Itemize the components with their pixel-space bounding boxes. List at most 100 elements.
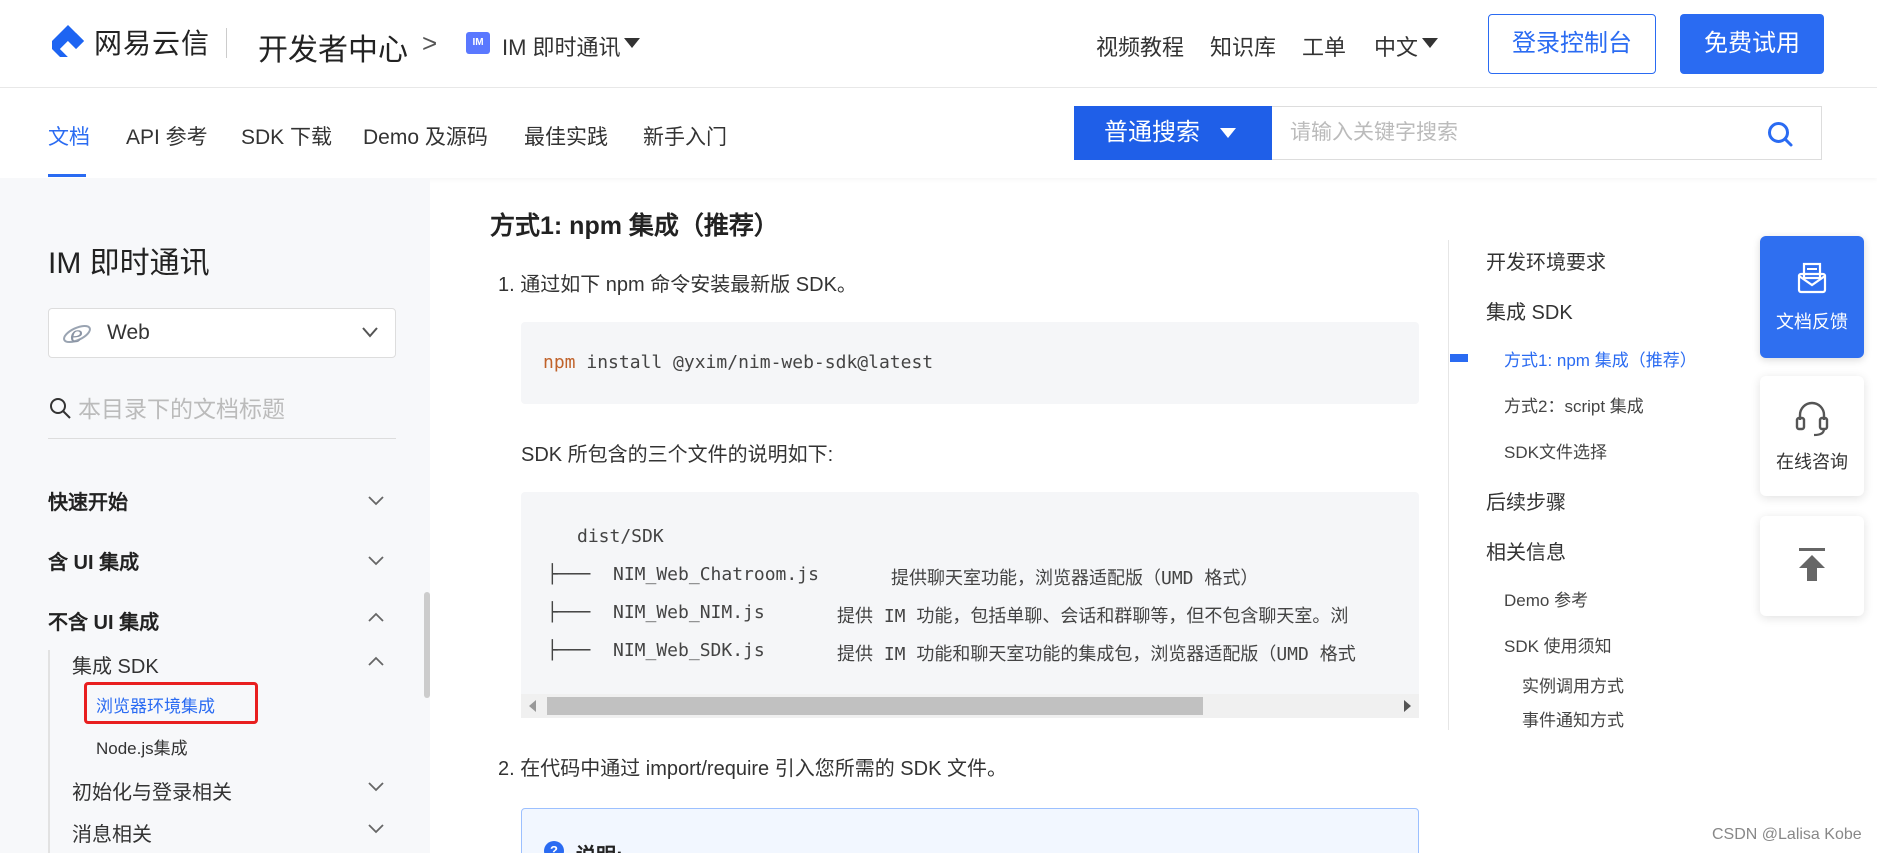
header-divider [226, 28, 227, 58]
active-tab-indicator [48, 174, 86, 177]
product-selector[interactable]: IM 即时通讯 [502, 30, 621, 62]
platform-selected-value: Web [107, 321, 150, 344]
highlight-annotation-box [84, 682, 258, 724]
tree-item-with-ui[interactable]: 含 UI 集成 [48, 546, 139, 575]
toc-item[interactable]: 实例调用方式 [1522, 672, 1624, 697]
feedback-label: 文档反馈 [1776, 312, 1848, 332]
toc-track [1448, 240, 1449, 730]
toc-active-marker [1450, 354, 1468, 362]
file-prefix: ├─── [547, 564, 602, 585]
toc-item[interactable]: 开发环境要求 [1486, 246, 1606, 275]
scroll-left-arrow-icon[interactable] [529, 700, 536, 712]
file-prefix: ├─── [547, 602, 602, 623]
tree-item-without-ui[interactable]: 不含 UI 集成 [48, 606, 159, 635]
brand-logo[interactable]: 网易云信 [48, 22, 210, 62]
file-name: NIM_Web_Chatroom.js [613, 564, 819, 585]
npm-command-args: install @yxim/nim-web-sdk@latest [575, 352, 934, 373]
chevron-up-icon[interactable] [368, 612, 384, 622]
chevron-down-icon[interactable] [368, 496, 384, 506]
back-to-top-button[interactable] [1760, 516, 1864, 616]
tab-demo-source[interactable]: Demo 及源码 [363, 121, 488, 151]
npm-command-block: npm install @yxim/nim-web-sdk@latest [521, 322, 1419, 404]
section-heading: 方式1: npm 集成（推荐） [490, 212, 779, 240]
chevron-down-icon[interactable] [368, 556, 384, 566]
consult-label: 在线咨询 [1776, 452, 1848, 472]
caret-down-icon[interactable] [1220, 128, 1236, 138]
file-name: NIM_Web_SDK.js [613, 640, 765, 661]
tree-item-quick-start[interactable]: 快速开始 [48, 486, 128, 515]
chevron-down-icon[interactable] [368, 824, 384, 834]
tree-item-messages[interactable]: 消息相关 [72, 818, 152, 847]
step-1-text: 1. 通过如下 npm 命令安装最新版 SDK。 [498, 274, 857, 296]
file-desc: 提供 IM 功能，包括单聊、会话和群聊等，但不包含聊天室。浏 [837, 606, 1349, 627]
headset-icon [1795, 401, 1829, 437]
search-icon[interactable] [1766, 120, 1794, 148]
npm-keyword: npm [543, 352, 576, 373]
toc-item[interactable]: 相关信息 [1486, 536, 1566, 565]
online-consult-button[interactable]: 在线咨询 [1760, 376, 1864, 496]
note-label: 说明: [576, 839, 623, 853]
search-input[interactable] [1272, 106, 1822, 160]
nav-knowledge-base[interactable]: 知识库 [1210, 30, 1276, 62]
tab-api-reference[interactable]: API 参考 [126, 121, 208, 151]
sdk-files-code-block: dist/SDK ├─── NIM_Web_Chatroom.js 提供聊天室功… [521, 492, 1419, 718]
left-sidebar: IM 即时通讯 e Web 快速开始 含 UI 集成 不含 UI 集成 集成 S… [0, 178, 430, 853]
nav-video-tutorials[interactable]: 视频教程 [1096, 30, 1184, 62]
chevron-down-icon [362, 327, 378, 338]
tab-docs[interactable]: 文档 [48, 121, 90, 151]
step-2-text: 2. 在代码中通过 import/require 引入您所需的 SDK 文件。 [498, 758, 1007, 780]
brand-name: 网易云信 [94, 28, 211, 59]
tree-item-integrate-sdk[interactable]: 集成 SDK [72, 650, 159, 679]
toc-item[interactable]: Demo 参考 [1504, 586, 1588, 611]
question-circle-icon: ? [544, 841, 564, 853]
file-name: NIM_Web_NIM.js [613, 602, 765, 623]
im-product-icon: IM [466, 32, 490, 54]
tree-guide-line [48, 650, 50, 853]
toc-item[interactable]: 事件通知方式 [1522, 706, 1624, 731]
toc-item[interactable]: SDK 使用须知 [1504, 632, 1612, 657]
chevron-down-icon[interactable] [368, 782, 384, 792]
scroll-right-arrow-icon[interactable] [1404, 700, 1411, 712]
search-underline [48, 438, 396, 439]
caret-down-icon[interactable] [624, 38, 640, 48]
language-selector[interactable]: 中文 [1374, 30, 1418, 62]
free-trial-button[interactable]: 免费试用 [1680, 14, 1824, 74]
file-desc: 提供 IM 功能和聊天室功能的集成包，浏览器适配版（UMD 格式 [837, 644, 1356, 665]
tab-getting-started[interactable]: 新手入门 [643, 121, 727, 151]
search-type-dropdown[interactable]: 普通搜索 [1074, 106, 1272, 160]
top-header: 网易云信 开发者中心 > IM IM 即时通讯 视频教程 知识库 工单 中文 登… [0, 0, 1877, 88]
tree-item-init-login[interactable]: 初始化与登录相关 [72, 776, 232, 805]
toc-item[interactable]: 集成 SDK [1486, 296, 1573, 325]
csdn-watermark: CSDN @Lalisa Kobe [1712, 826, 1862, 843]
breadcrumb-arrow-icon: > [422, 28, 438, 58]
toc-item-active[interactable]: 方式1: npm 集成（推荐） [1504, 346, 1697, 371]
platform-select[interactable]: e Web [48, 308, 396, 358]
tab-best-practices[interactable]: 最佳实践 [524, 121, 608, 151]
doc-feedback-button[interactable]: 文档反馈 [1760, 236, 1864, 358]
netease-yunxin-logo-icon [52, 25, 84, 57]
chevron-up-icon[interactable] [368, 656, 384, 666]
npm-command: npm install @yxim/nim-web-sdk@latest [543, 352, 933, 373]
search-icon [50, 398, 71, 419]
file-desc: 提供聊天室功能，浏览器适配版（UMD 格式） [891, 568, 1259, 589]
caret-down-icon[interactable] [1422, 38, 1438, 48]
toc-item[interactable]: 方式2：script 集成 [1504, 392, 1644, 417]
scrollbar-thumb[interactable] [547, 697, 1203, 715]
dev-center-link[interactable]: 开发者中心 [258, 25, 408, 69]
sidebar-scrollbar[interactable] [424, 592, 430, 698]
svg-text:e: e [70, 323, 83, 348]
nav-tickets[interactable]: 工单 [1302, 30, 1346, 62]
code-horizontal-scrollbar[interactable] [521, 694, 1419, 718]
directory-search-input[interactable] [78, 392, 396, 426]
tree-item-nodejs-integration[interactable]: Node.js集成 [96, 734, 188, 759]
arrow-up-to-top-icon [1799, 548, 1825, 581]
tree-root: dist/SDK [577, 526, 664, 547]
toc-item[interactable]: 后续步骤 [1486, 486, 1566, 515]
mail-feedback-icon [1797, 262, 1827, 294]
login-console-button[interactable]: 登录控制台 [1488, 14, 1656, 74]
tab-sdk-download[interactable]: SDK 下载 [241, 121, 332, 151]
ie-browser-icon: e [63, 323, 91, 348]
toc-item[interactable]: SDK文件选择 [1504, 438, 1607, 463]
sidebar-title: IM 即时通讯 [48, 247, 210, 280]
note-callout: ? 说明: [521, 808, 1419, 853]
